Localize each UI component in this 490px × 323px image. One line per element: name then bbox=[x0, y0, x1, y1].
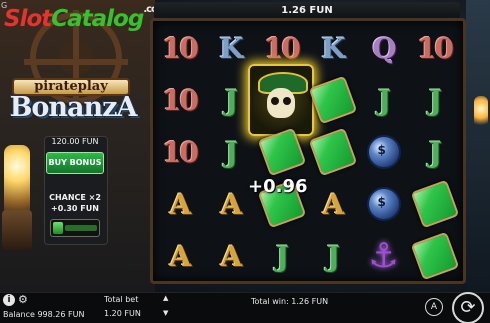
symbol-10: 10 bbox=[154, 74, 205, 126]
reel-grid: 10K10KQ1010JJJ10JJAAAAAJJ⚓ bbox=[154, 22, 460, 282]
autoplay-button[interactable]: A bbox=[425, 298, 443, 316]
symbol-letter: K bbox=[321, 31, 345, 65]
symbol-letter: A bbox=[169, 239, 192, 273]
total-bet-label: Total bet bbox=[104, 295, 139, 304]
balance-text: Balance 998.26 FUN bbox=[3, 310, 85, 319]
total-win-text: Total win: 1.26 FUN bbox=[251, 297, 329, 306]
symbol-k: K bbox=[307, 22, 358, 74]
game-logo-main: BonanzA bbox=[9, 92, 138, 123]
symbol-letter: J bbox=[326, 239, 340, 273]
symbol-skull-wild bbox=[248, 64, 314, 136]
win-popup: +0.96 bbox=[248, 176, 308, 197]
symbol-a: A bbox=[154, 178, 205, 230]
map-icon bbox=[257, 127, 306, 177]
lamp-icon bbox=[474, 96, 488, 128]
symbol-letter: A bbox=[169, 187, 192, 221]
bonus-price: 120.00 FUN bbox=[51, 137, 99, 146]
symbol-10: 10 bbox=[154, 126, 205, 178]
map-icon bbox=[308, 127, 357, 177]
symbol-map bbox=[256, 126, 307, 178]
symbol-letter: J bbox=[275, 239, 289, 273]
map-icon bbox=[308, 75, 357, 125]
buy-bonus-button[interactable]: BUY BONUS bbox=[46, 152, 104, 174]
symbol-a: A bbox=[307, 178, 358, 230]
symbol-map bbox=[307, 74, 358, 126]
symbol-letter: J bbox=[428, 135, 442, 169]
bomb-icon bbox=[366, 135, 401, 169]
lantern-icon bbox=[4, 145, 30, 215]
symbol-letter: Q bbox=[372, 31, 396, 65]
symbol-letter: J bbox=[428, 83, 442, 117]
symbol-letter: J bbox=[224, 83, 238, 117]
map-icon bbox=[410, 179, 459, 229]
symbol-q: Q bbox=[358, 22, 409, 74]
toggle-knob bbox=[53, 222, 63, 234]
symbol-letter: A bbox=[322, 187, 345, 221]
watermark-part1: Slot bbox=[4, 6, 52, 32]
bet-increase-icon[interactable]: ▲ bbox=[163, 294, 168, 302]
ship-background-right bbox=[466, 0, 490, 292]
symbol-map bbox=[307, 126, 358, 178]
spin-button[interactable]: ⟳ bbox=[452, 292, 484, 323]
bet-display: 1.26 FUN bbox=[154, 2, 460, 19]
symbol-bomb bbox=[358, 178, 409, 230]
anchor-icon: ⚓ bbox=[368, 236, 399, 276]
chance-label: CHANCE ×2 +0.30 FUN bbox=[46, 192, 104, 214]
game-screen: G SlotCatalog.com pirateplay BonanzA 120… bbox=[0, 0, 490, 323]
chance-line1: CHANCE ×2 bbox=[49, 193, 101, 202]
symbol-j: J bbox=[256, 230, 307, 282]
symbol-j: J bbox=[307, 230, 358, 282]
symbol-bomb bbox=[358, 126, 409, 178]
symbol-letter: A bbox=[220, 239, 243, 273]
gear-icon[interactable]: ⚙ bbox=[18, 293, 28, 306]
toggle-bar bbox=[65, 225, 97, 231]
symbol-j: J bbox=[409, 74, 460, 126]
watermark: SlotCatalog.com bbox=[4, 4, 167, 32]
symbol-letter: 10 bbox=[162, 135, 199, 169]
map-icon bbox=[410, 231, 459, 281]
symbol-map bbox=[409, 230, 460, 282]
symbol-j: J bbox=[409, 126, 460, 178]
symbol-letter: J bbox=[224, 135, 238, 169]
symbol-letter: 10 bbox=[264, 31, 301, 65]
bet-decrease-icon[interactable]: ▼ bbox=[163, 309, 168, 317]
chance-line2: +0.30 FUN bbox=[51, 204, 99, 213]
skull-face-icon bbox=[267, 88, 295, 118]
symbol-letter: J bbox=[377, 83, 391, 117]
symbol-anchor: ⚓ bbox=[358, 230, 409, 282]
total-bet-value: 1.20 FUN bbox=[104, 309, 141, 318]
symbol-letter: 10 bbox=[417, 31, 454, 65]
symbol-10: 10 bbox=[154, 22, 205, 74]
symbol-letter: 10 bbox=[162, 83, 199, 117]
lantern-base bbox=[2, 210, 32, 250]
symbol-a: A bbox=[205, 230, 256, 282]
symbol-map bbox=[409, 178, 460, 230]
symbol-letter: A bbox=[220, 187, 243, 221]
symbol-a: A bbox=[154, 230, 205, 282]
watermark-part2: Catalog bbox=[51, 6, 144, 32]
chance-toggle[interactable] bbox=[50, 219, 100, 237]
symbol-letter: 10 bbox=[162, 31, 199, 65]
info-icon[interactable]: i bbox=[3, 294, 15, 306]
symbol-10: 10 bbox=[409, 22, 460, 74]
symbol-letter: K bbox=[219, 31, 243, 65]
symbol-j: J bbox=[205, 126, 256, 178]
symbol-j: J bbox=[358, 74, 409, 126]
bomb-icon bbox=[366, 187, 401, 221]
